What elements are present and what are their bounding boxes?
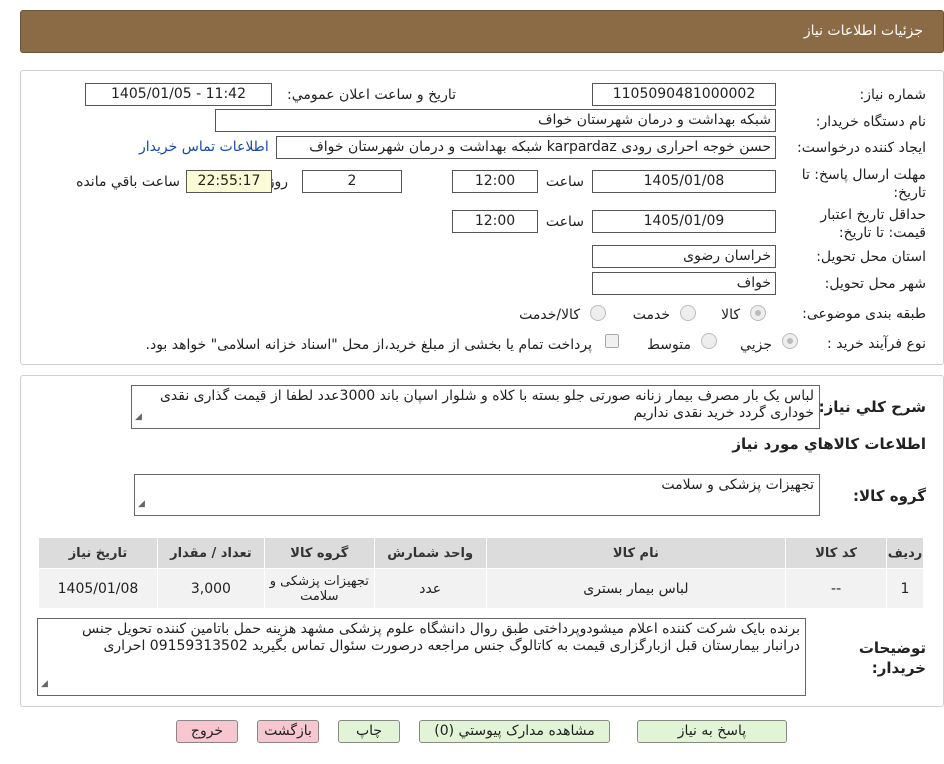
- table-cell: 3,000: [156, 568, 265, 609]
- buyer-notes-text: برنده بايک شرکت کننده اعلام ميشودوپرداخت…: [82, 621, 800, 654]
- summary-text: لباس يک بار مصرف بيمار زنانه صورتی جلو ب…: [159, 388, 814, 421]
- goods-group-label: گروه کالا:: [853, 487, 926, 505]
- category-option-goods: کالا: [721, 307, 740, 323]
- back-button[interactable]: بازگشت: [257, 720, 319, 743]
- validity-time-label: ساعت: [545, 214, 584, 230]
- column-header: واحد شمارش: [373, 537, 487, 569]
- category-radio-service[interactable]: [680, 305, 696, 321]
- view-attachments-button[interactable]: مشاهده مدارک پيوستي (0): [419, 720, 610, 743]
- time-remaining-field: 22:55:17: [186, 170, 272, 193]
- requester-field: حسن خوجه احراری رودی karpardaz شبکه بهدا…: [276, 136, 776, 159]
- time-remaining-label: ساعت باقي مانده: [76, 174, 180, 190]
- process-option-medium: متوسط: [647, 337, 691, 353]
- deadline-label: مهلت ارسال پاسخ: تا تاريخ:: [801, 167, 926, 201]
- process-option-minor: جزيي: [740, 337, 772, 353]
- column-header: تاريخ نياز: [38, 537, 158, 569]
- page-title: جزئيات اطلاعات نياز: [803, 23, 923, 39]
- table-cell: 1405/01/08: [38, 568, 158, 609]
- column-header: کد کالا: [785, 537, 888, 569]
- city-field: خواف: [592, 272, 776, 295]
- goods-table-header: رديف کد کالا نام کالا واحد شمارش گروه کا…: [38, 537, 924, 569]
- page-header: جزئيات اطلاعات نياز: [20, 10, 944, 53]
- province-field: خراسان رضوی: [592, 245, 776, 268]
- validity-time-field: 12:00: [452, 210, 538, 233]
- process-radio-medium[interactable]: [701, 333, 717, 349]
- column-header: تعداد / مقدار: [156, 537, 265, 569]
- deadline-time-field: 12:00: [452, 170, 538, 193]
- exit-button[interactable]: خروج: [176, 720, 238, 743]
- goods-group-text: تجهيزات پزشکی و سلامت: [661, 477, 814, 493]
- category-option-service: خدمت: [632, 307, 670, 323]
- deadline-time-label: ساعت: [545, 174, 584, 190]
- summary-label: شرح کلي نياز:: [818, 398, 926, 416]
- announce-date-label: تاريخ و ساعت اعلان عمومي:: [287, 87, 456, 103]
- print-button[interactable]: چاپ: [338, 720, 400, 743]
- table-cell: عدد: [373, 568, 487, 609]
- category-radio-goods-service[interactable]: [590, 305, 606, 321]
- summary-textarea: لباس يک بار مصرف بيمار زنانه صورتی جلو ب…: [131, 385, 820, 429]
- resize-grip-icon[interactable]: ◢: [41, 676, 48, 693]
- process-radio-minor[interactable]: [782, 333, 798, 349]
- category-option-goods-service: کالا/خدمت: [519, 307, 580, 323]
- column-header: نام کالا: [485, 537, 787, 569]
- buyer-notes-label: توضيحات خريدار:: [858, 639, 926, 677]
- table-cell: 1: [886, 568, 924, 609]
- table-cell: لباس بيمار بستری: [485, 568, 787, 609]
- column-header: گروه کالا: [263, 537, 375, 569]
- city-label: شهر محل تحويل:: [824, 276, 926, 292]
- treasury-checkbox[interactable]: [605, 334, 619, 348]
- province-label: استان محل تحويل:: [816, 249, 926, 265]
- need-number-field: 1105090481000002: [592, 83, 776, 106]
- category-label: طبقه بندی موضوعی:: [802, 306, 926, 322]
- buyer-notes-textarea: برنده بايک شرکت کننده اعلام ميشودوپرداخت…: [37, 618, 806, 696]
- payment-note: پرداخت تمام يا بخشی از مبلغ خريد،از محل …: [145, 337, 592, 353]
- buyer-contact-link[interactable]: اطلاعات تماس خريدار: [139, 139, 269, 155]
- category-radio-goods[interactable]: [750, 305, 766, 321]
- goods-info-title: اطلاعات کالاهاي مورد نياز: [732, 435, 926, 453]
- resize-grip-icon[interactable]: ◢: [135, 409, 142, 426]
- reply-button[interactable]: پاسخ به نياز: [637, 720, 787, 743]
- process-label: نوع فرآيند خريد :: [827, 336, 926, 352]
- requester-label: ايجاد کننده درخواست:: [797, 140, 926, 156]
- deadline-date-field: 1405/01/08: [592, 170, 776, 193]
- validity-date-field: 1405/01/09: [592, 210, 776, 233]
- announce-date-field: 1405/01/05 - 11:42: [85, 83, 272, 106]
- resize-grip-icon[interactable]: ◢: [138, 496, 145, 513]
- table-cell: تجهيزات پزشکی و سلامت: [263, 568, 375, 609]
- goods-table: رديف کد کالا نام کالا واحد شمارش گروه کا…: [38, 537, 924, 609]
- table-row: 1 -- لباس بيمار بستری عدد تجهيزات پزشکی …: [38, 568, 924, 609]
- table-cell: --: [785, 568, 888, 609]
- column-header: رديف: [886, 537, 924, 569]
- days-remaining-field: 2: [302, 170, 402, 193]
- need-number-label: شماره نياز:: [859, 87, 927, 103]
- goods-group-textarea: تجهيزات پزشکی و سلامت ◢: [134, 474, 820, 516]
- buyer-org-label: نام دستگاه خريدار:: [815, 114, 926, 130]
- validity-label: حداقل تاريخ اعتبار قيمت: تا تاريخ:: [820, 207, 926, 241]
- buyer-org-field: شبکه بهداشت و درمان شهرستان خواف: [215, 109, 776, 132]
